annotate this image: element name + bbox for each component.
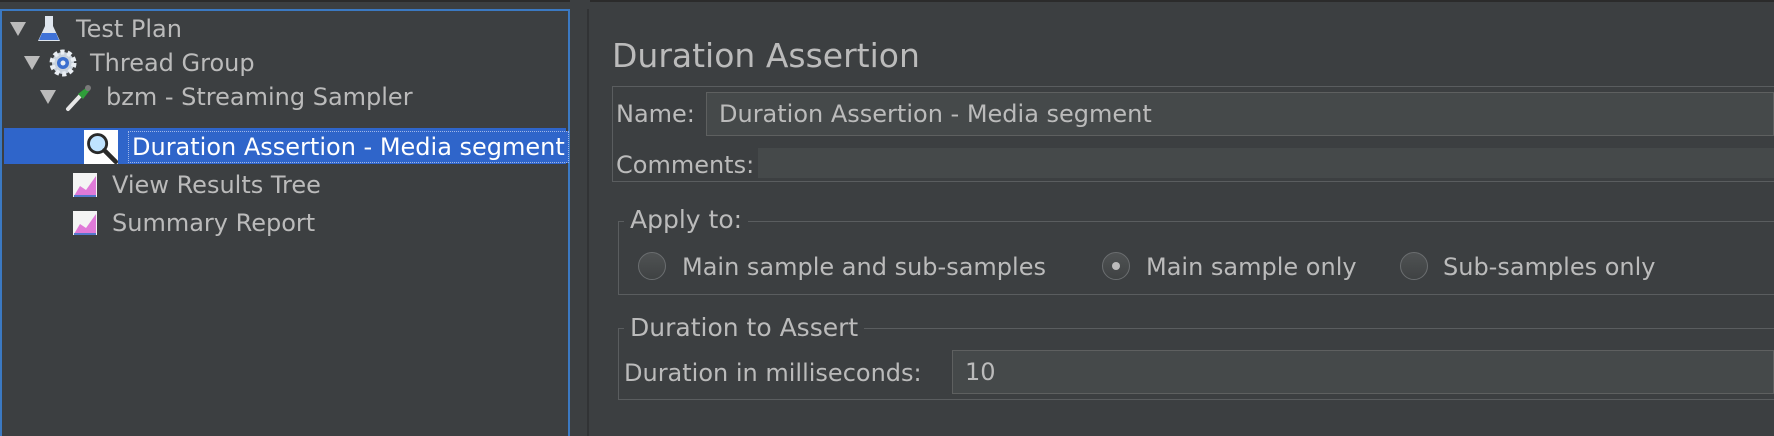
duration-field-value: 10 <box>965 358 996 386</box>
duration-field[interactable]: 10 <box>952 350 1774 394</box>
graph-icon <box>73 173 97 197</box>
flask-icon <box>38 16 60 41</box>
graph-icon <box>73 211 97 235</box>
duration-legend: Duration to Assert <box>624 313 865 342</box>
duration-label: Duration in milliseconds: <box>624 359 922 387</box>
pipette-icon <box>66 85 91 111</box>
top-edge <box>0 0 1774 2</box>
tree-item-summary-report[interactable]: Summary Report <box>70 206 315 240</box>
name-field[interactable]: Duration Assertion - Media segment <box>706 92 1774 136</box>
name-label: Name: <box>616 100 695 128</box>
apply-to-legend: Apply to: <box>624 205 749 234</box>
comments-label: Comments: <box>616 151 755 179</box>
tree-item-label: bzm - Streaming Sampler <box>106 83 413 111</box>
gear-icon <box>49 49 77 77</box>
tree-item-view-results-tree[interactable]: View Results Tree <box>70 168 321 202</box>
radio-main-only-label[interactable]: Main sample only <box>1146 253 1357 281</box>
tree-item-label: Thread Group <box>90 49 255 77</box>
magnifier-icon <box>84 130 118 164</box>
name-field-value: Duration Assertion - Media segment <box>719 100 1152 128</box>
radio-sub-only-label[interactable]: Sub-samples only <box>1443 253 1656 281</box>
radio-main-and-sub[interactable] <box>638 252 666 280</box>
tree-item-label: View Results Tree <box>112 171 321 199</box>
tree-item-label: Test Plan <box>76 15 182 43</box>
radio-main-and-sub-label[interactable]: Main sample and sub-samples <box>682 253 1046 281</box>
tree-item-streaming-sampler[interactable]: bzm - Streaming Sampler <box>40 80 413 114</box>
tree-item-label: Summary Report <box>112 209 316 237</box>
tree-item-test-plan[interactable]: Test Plan <box>10 12 182 46</box>
tree-item-thread-group[interactable]: Thread Group <box>24 46 255 80</box>
radio-main-only[interactable] <box>1102 252 1130 280</box>
comments-field[interactable] <box>758 148 1774 178</box>
radio-sub-only[interactable] <box>1400 252 1428 280</box>
expand-toggle-icon[interactable] <box>40 90 56 104</box>
expand-toggle-icon[interactable] <box>24 56 40 70</box>
tree-item-label: Duration Assertion - Media segment <box>128 131 569 163</box>
tree-item-duration-assertion[interactable]: Duration Assertion - Media segment <box>84 130 569 164</box>
split-pane-line <box>587 9 589 436</box>
page-title: Duration Assertion <box>612 36 920 75</box>
expand-toggle-icon[interactable] <box>10 22 26 36</box>
